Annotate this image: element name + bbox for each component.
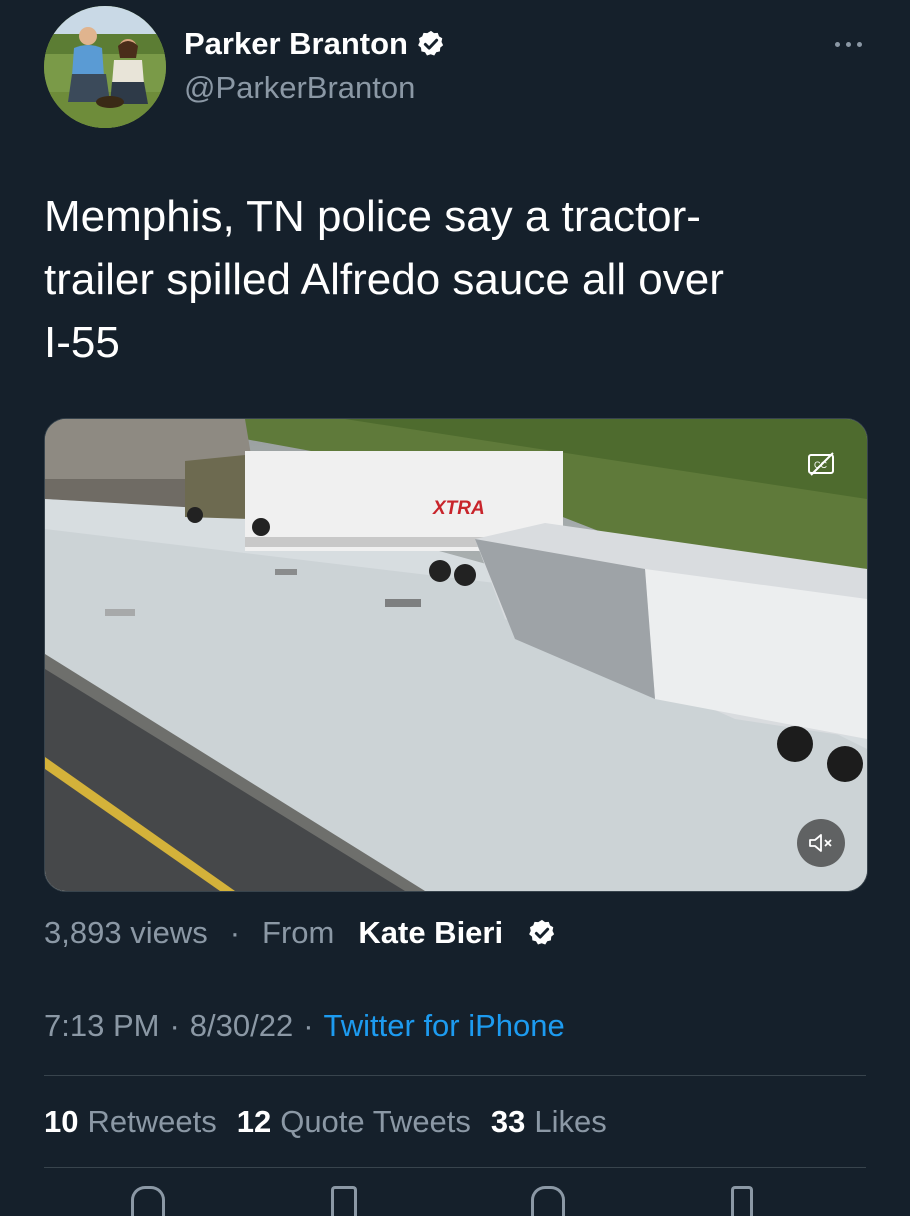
verified-badge-icon	[529, 919, 555, 945]
more-options-icon[interactable]	[828, 26, 868, 62]
tweet-date[interactable]: 8/30/22	[190, 1008, 293, 1044]
engagement-stats: 10 Retweets 12 Quote Tweets 33 Likes	[44, 1098, 627, 1146]
mute-button[interactable]	[797, 819, 845, 867]
separator-dot: ·	[169, 1008, 180, 1043]
likes-label[interactable]: Likes	[534, 1104, 606, 1140]
likes-count[interactable]: 33	[491, 1104, 525, 1140]
quotes-label[interactable]: Quote Tweets	[280, 1104, 471, 1140]
author-name-row: Parker Branton	[184, 26, 446, 62]
tweet-time[interactable]: 7:13 PM	[44, 1008, 159, 1044]
tweet-source-link[interactable]: Twitter for iPhone	[324, 1008, 565, 1044]
speaker-muted-icon	[809, 834, 832, 852]
author-handle[interactable]: @ParkerBranton	[184, 70, 415, 106]
like-icon[interactable]	[531, 1186, 565, 1216]
retweet-icon[interactable]	[331, 1186, 357, 1216]
divider	[44, 1075, 866, 1076]
reply-icon[interactable]	[131, 1186, 165, 1216]
avatar[interactable]	[44, 6, 166, 128]
truck-logo: XTRA	[432, 498, 485, 519]
view-count: 3,893 views	[44, 915, 208, 950]
retweets-label[interactable]: Retweets	[87, 1104, 216, 1140]
divider	[44, 1167, 866, 1168]
author-name[interactable]: Parker Branton	[184, 26, 408, 62]
from-label: From	[262, 915, 335, 950]
from-account-name[interactable]: Kate Bieri	[358, 915, 503, 951]
retweets-count[interactable]: 10	[44, 1104, 78, 1140]
share-icon[interactable]	[731, 1186, 753, 1216]
tweet-text: Memphis, TN police say a tractor- traile…	[44, 192, 724, 367]
video-thumbnail: XTRA	[45, 419, 867, 891]
timestamp-row: 7:13 PM · 8/30/22 · Twitter for iPhone	[44, 1003, 565, 1049]
verified-badge-icon	[418, 30, 444, 56]
separator-dot: ·	[229, 915, 241, 950]
tweet-video[interactable]: XTRA CC	[44, 418, 868, 892]
separator-dot: ·	[303, 1008, 314, 1043]
avatar-photo	[44, 6, 166, 128]
tweet-actions-bar	[0, 1186, 910, 1216]
views-and-source-row: 3,893 views · From Kate Bieri	[44, 910, 557, 956]
closed-captions-icon[interactable]: CC	[807, 451, 837, 479]
quotes-count[interactable]: 12	[237, 1104, 271, 1140]
